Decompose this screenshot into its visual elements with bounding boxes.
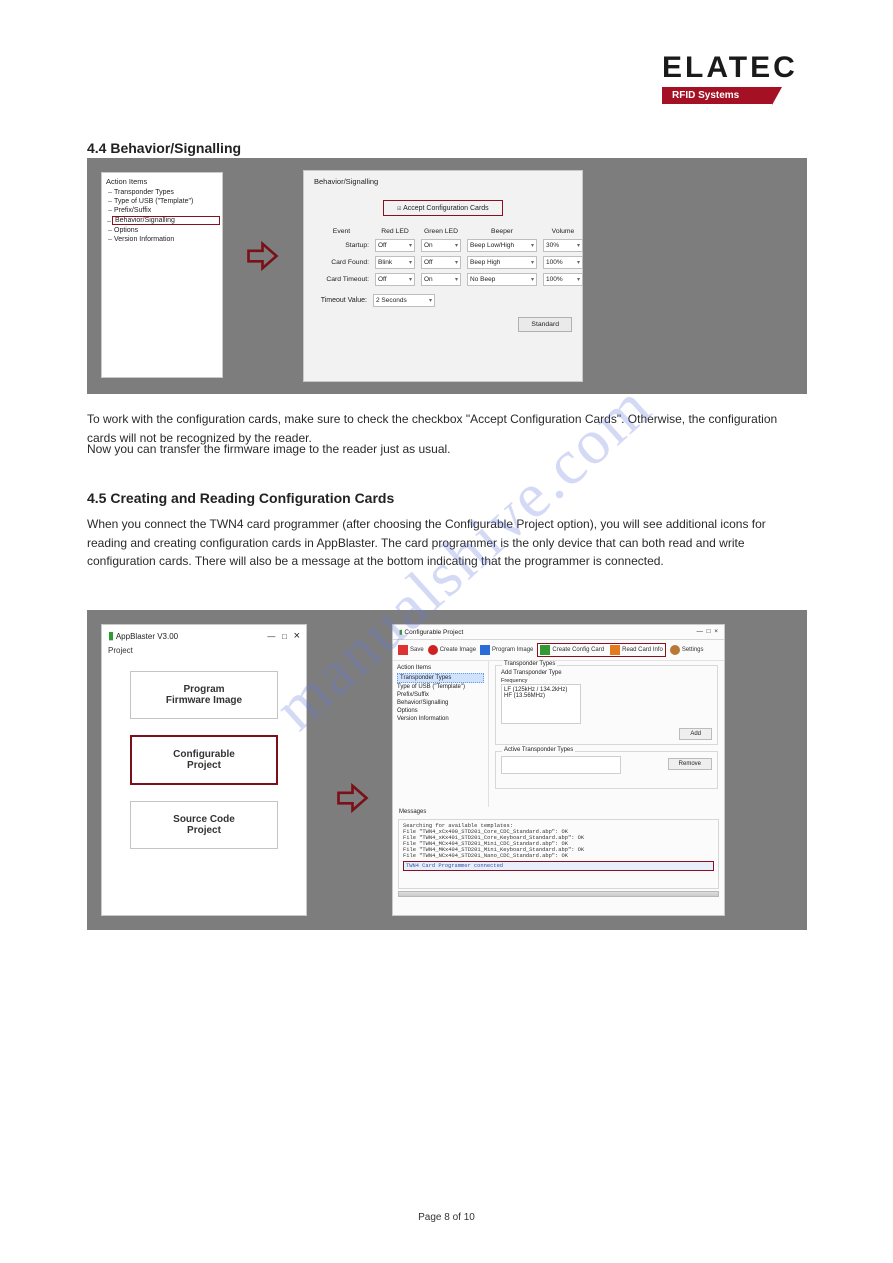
accept-config-checkbox[interactable]: ☑ Accept Configuration Cards xyxy=(383,200,503,216)
startup-beeper-select[interactable]: Beep Low/High▾ xyxy=(467,239,537,252)
maximize-icon[interactable]: □ xyxy=(282,632,287,641)
program-firmware-button[interactable]: Program Firmware Image xyxy=(130,671,278,719)
para-creating: When you connect the TWN4 card programme… xyxy=(87,515,807,571)
chip-icon xyxy=(480,645,490,655)
column-header: Event xyxy=(314,228,369,235)
row-label: Startup: xyxy=(314,242,369,249)
tree-title: Action Items xyxy=(106,177,218,186)
cardfound-beeper-select[interactable]: Beep High▾ xyxy=(467,256,537,269)
action-items-tree: Action Items Transponder Types Type of U… xyxy=(101,172,223,378)
figure-behavior-signalling: Action Items Transponder Types Type of U… xyxy=(87,158,807,394)
menu-project[interactable]: Project xyxy=(102,646,306,655)
frequency-listbox[interactable]: LF (125kHz / 134.2kHz) HF (13.56MHz) xyxy=(501,684,581,724)
transponder-types-group: Transponder Types Add Transponder Type F… xyxy=(495,665,718,745)
configurable-project-button[interactable]: Configurable Project xyxy=(130,735,278,785)
save-icon xyxy=(398,645,408,655)
tree-item-selected[interactable]: Behavior/Signalling xyxy=(112,216,220,225)
cardtimeout-greenled-select[interactable]: On▾ xyxy=(421,273,461,286)
standard-button[interactable]: Standard xyxy=(518,317,572,332)
tree-item[interactable]: Version Information xyxy=(114,235,218,244)
column-header: Green LED xyxy=(421,228,461,235)
cardtimeout-volume-select[interactable]: 100%▾ xyxy=(543,273,583,286)
add-transponder-label: Add Transponder Type xyxy=(501,670,712,676)
figure-creating-reading: ▮ AppBlaster V3.00 — □ × Project Program… xyxy=(87,610,807,930)
close-icon[interactable]: × xyxy=(294,630,300,642)
minimize-icon[interactable]: — xyxy=(697,628,704,635)
tree-item[interactable]: Prefix/Suffix xyxy=(114,206,218,215)
card-question-icon xyxy=(610,645,620,655)
add-button[interactable]: Add xyxy=(679,728,712,740)
brand-subtitle: RFID Systems xyxy=(662,87,772,104)
startup-redled-select[interactable]: Off▾ xyxy=(375,239,415,252)
arrow-icon xyxy=(245,238,280,274)
configurable-project-window: ▮ Configurable Project — □ × Save Create… xyxy=(392,624,725,916)
column-header: Red LED xyxy=(375,228,415,235)
tree-item[interactable]: Type of USB ("Template") xyxy=(114,197,218,206)
cfg-tree-item-selected[interactable]: Transponder Types xyxy=(397,673,484,683)
accept-config-label: Accept Configuration Cards xyxy=(403,205,489,212)
messages-highlight: TWN4 Card Programmer connected xyxy=(403,861,714,871)
row-label: Card Found: xyxy=(314,259,369,266)
scrollbar[interactable] xyxy=(398,891,719,897)
section1-title: 4.4 Behavior/Signalling xyxy=(87,140,241,156)
column-header: Volume xyxy=(543,228,583,235)
settings-icon xyxy=(670,645,680,655)
cfg-tree-item[interactable]: Behavior/Signalling xyxy=(397,699,484,707)
remove-button[interactable]: Remove xyxy=(668,758,712,770)
cfg-left-title: Action Items xyxy=(397,664,484,671)
messages-title: Messages xyxy=(393,807,724,815)
startup-volume-select[interactable]: 30%▾ xyxy=(543,239,583,252)
minimize-icon[interactable]: — xyxy=(267,632,275,641)
toolbar-save[interactable]: Save xyxy=(398,645,424,655)
cardfound-greenled-select[interactable]: Off▾ xyxy=(421,256,461,269)
behavior-signalling-panel: Behavior/Signalling ☑ Accept Configurati… xyxy=(303,170,583,382)
toolbar-create-config-card[interactable]: Create Config Card xyxy=(540,645,604,655)
active-transponder-group: Active Transponder Types Remove xyxy=(495,751,718,789)
appblaster-title: AppBlaster V3.00 xyxy=(116,632,178,641)
arrow-icon xyxy=(335,780,370,816)
tree-item[interactable]: Options xyxy=(114,226,218,235)
source-code-project-button[interactable]: Source Code Project xyxy=(130,801,278,849)
close-icon[interactable]: × xyxy=(714,628,718,635)
brand-text: ELATEC xyxy=(662,53,828,83)
cardfound-volume-select[interactable]: 100%▾ xyxy=(543,256,583,269)
appblaster-window: ▮ AppBlaster V3.00 — □ × Project Program… xyxy=(101,624,307,916)
startup-greenled-select[interactable]: On▾ xyxy=(421,239,461,252)
gear-icon xyxy=(428,645,438,655)
column-header: Beeper xyxy=(467,228,537,235)
page-footer: Page 8 of 10 xyxy=(0,1212,893,1223)
cfg-tree-item[interactable]: Type of USB ("Template") xyxy=(397,683,484,691)
card-plus-icon xyxy=(540,645,550,655)
toolbar-read-card-info[interactable]: Read Card Info xyxy=(610,645,663,655)
timeout-value-label: Timeout Value: xyxy=(314,297,367,304)
cfg-tree-item[interactable]: Prefix/Suffix xyxy=(397,691,484,699)
messages-box: Searching for available templates: File … xyxy=(398,819,719,889)
row-label: Card Timeout: xyxy=(314,276,369,283)
para-transfer: Now you can transfer the firmware image … xyxy=(87,440,807,459)
highlighted-toolbar-group: Create Config Card Read Card Info xyxy=(537,643,665,657)
cardfound-redled-select[interactable]: Blink▾ xyxy=(375,256,415,269)
toolbar-settings[interactable]: Settings xyxy=(670,645,704,655)
cardtimeout-redled-select[interactable]: Off▾ xyxy=(375,273,415,286)
app-icon: ▮ xyxy=(108,630,114,642)
section2-title: 4.5 Creating and Reading Configuration C… xyxy=(87,490,394,506)
freq-item[interactable]: HF (13.56MHz) xyxy=(504,693,578,699)
cfg-tree-item[interactable]: Options xyxy=(397,707,484,715)
panel-title: Behavior/Signalling xyxy=(314,177,572,186)
app-icon: ▮ xyxy=(399,629,403,636)
cfg-tree-item[interactable]: Version Information xyxy=(397,715,484,723)
maximize-icon[interactable]: □ xyxy=(707,628,711,635)
tree-item[interactable]: Transponder Types xyxy=(114,188,218,197)
timeout-value-select[interactable]: 2 Seconds▾ xyxy=(373,294,435,307)
cardtimeout-beeper-select: No Beep▾ xyxy=(467,273,537,286)
active-listbox[interactable] xyxy=(501,756,621,774)
toolbar-create-image[interactable]: Create Image xyxy=(428,645,476,655)
toolbar-program-image[interactable]: Program Image xyxy=(480,645,533,655)
cfg-title: Configurable Project xyxy=(404,629,463,636)
